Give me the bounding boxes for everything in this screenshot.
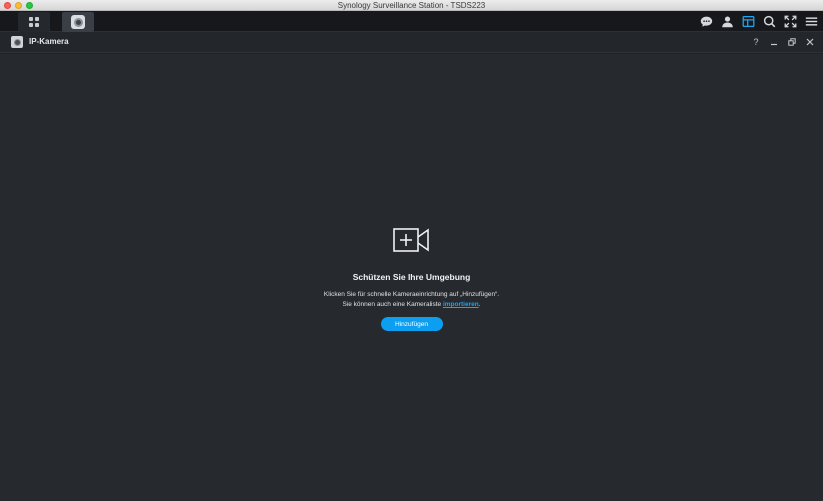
- empty-state-heading: Schützen Sie Ihre Umgebung: [352, 272, 471, 282]
- chat-icon[interactable]: [699, 14, 714, 29]
- window-titlebar: Synology Surveillance Station - TSDS223: [0, 0, 823, 11]
- restore-panel-button[interactable]: [787, 36, 797, 48]
- close-window-button[interactable]: [4, 2, 11, 9]
- ip-camera-app-button[interactable]: [62, 12, 94, 32]
- minimize-window-button[interactable]: [15, 2, 22, 9]
- empty-state: Schützen Sie Ihre Umgebung Klicken Sie f…: [0, 226, 823, 331]
- panel-window-controls: ?: [751, 36, 815, 48]
- close-panel-button[interactable]: [805, 36, 815, 48]
- fullscreen-icon[interactable]: [783, 14, 798, 29]
- minimize-panel-button[interactable]: [769, 36, 779, 48]
- import-link[interactable]: importieren: [443, 301, 479, 308]
- panel-header: IP-Kamera ?: [0, 32, 823, 53]
- grid-icon: [29, 17, 39, 27]
- import-hint-suffix: .: [478, 301, 481, 308]
- panel-title: IP-Kamera: [29, 37, 69, 46]
- empty-state-import-hint: Sie können auch eine Kameraliste importi…: [342, 301, 480, 308]
- layout-icon[interactable]: [741, 14, 756, 29]
- main-menu-button[interactable]: [18, 12, 50, 32]
- app-taskbar: [0, 11, 823, 32]
- camera-list-area: Schützen Sie Ihre Umgebung Klicken Sie f…: [0, 54, 823, 501]
- camera-icon: [71, 15, 85, 29]
- window-traffic-lights: [4, 2, 33, 9]
- camera-app-icon: [11, 36, 23, 48]
- help-button[interactable]: ?: [751, 36, 761, 48]
- add-camera-icon: [392, 228, 429, 252]
- add-camera-button[interactable]: Hinzufügen: [380, 317, 443, 331]
- search-icon[interactable]: [762, 14, 777, 29]
- import-hint-prefix: Sie können auch eine Kameraliste: [342, 301, 443, 308]
- window-title: Synology Surveillance Station - TSDS223: [337, 0, 486, 10]
- menu-icon[interactable]: [804, 14, 819, 29]
- empty-state-instruction: Klicken Sie für schnelle Kameraeinrichtu…: [323, 291, 500, 298]
- maximize-window-button[interactable]: [26, 2, 33, 9]
- top-right-toolbar: [699, 11, 819, 32]
- user-icon[interactable]: [720, 14, 735, 29]
